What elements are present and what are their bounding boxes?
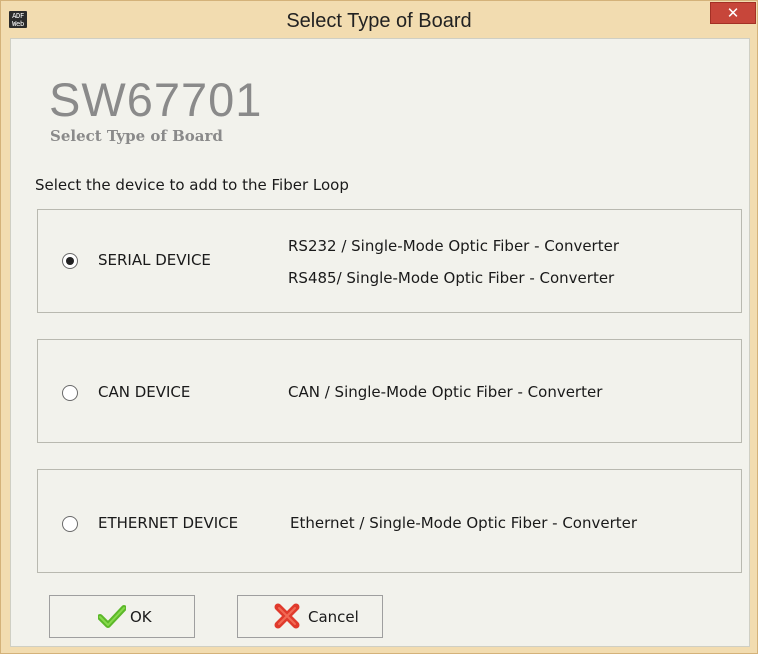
device-name-can: CAN DEVICE xyxy=(98,383,191,401)
dialog-window: ADF Web Select Type of Board ✕ SW67701 Se… xyxy=(0,0,758,654)
check-icon xyxy=(97,604,127,632)
device-description-can: CAN / Single-Mode Optic Fiber - Converte… xyxy=(288,383,603,401)
radio-can-device[interactable] xyxy=(62,385,78,401)
ok-button-label: OK xyxy=(130,608,152,626)
page-subtitle: Select Type of Board xyxy=(50,127,223,145)
dialog-body: SW67701 Select Type of Board Select the … xyxy=(10,38,750,647)
radio-ethernet-device[interactable] xyxy=(62,516,78,532)
cancel-button[interactable]: Cancel xyxy=(237,595,383,638)
instruction-text: Select the device to add to the Fiber Lo… xyxy=(35,176,349,194)
device-option-serial[interactable]: SERIAL DEVICE RS232 / Single-Mode Optic … xyxy=(37,209,742,313)
device-description-rs485: RS485/ Single-Mode Optic Fiber - Convert… xyxy=(288,269,615,287)
device-name-ethernet: ETHERNET DEVICE xyxy=(98,514,239,532)
device-description-ethernet: Ethernet / Single-Mode Optic Fiber - Con… xyxy=(290,514,638,532)
ok-button[interactable]: OK xyxy=(49,595,195,638)
radio-serial-device[interactable] xyxy=(62,253,78,269)
window-title: Select Type of Board xyxy=(286,10,472,32)
close-button[interactable]: ✕ xyxy=(710,2,756,24)
cancel-button-label: Cancel xyxy=(308,608,359,626)
device-option-ethernet[interactable]: ETHERNET DEVICE Ethernet / Single-Mode O… xyxy=(37,469,742,573)
title-bar[interactable]: ADF Web Select Type of Board ✕ xyxy=(1,1,757,38)
device-description-rs232: RS232 / Single-Mode Optic Fiber - Conver… xyxy=(288,237,619,255)
device-option-can[interactable]: CAN DEVICE CAN / Single-Mode Optic Fiber… xyxy=(37,339,742,443)
cross-icon xyxy=(274,603,300,633)
device-name-serial: SERIAL DEVICE xyxy=(98,251,211,269)
product-code: SW67701 xyxy=(49,73,263,126)
